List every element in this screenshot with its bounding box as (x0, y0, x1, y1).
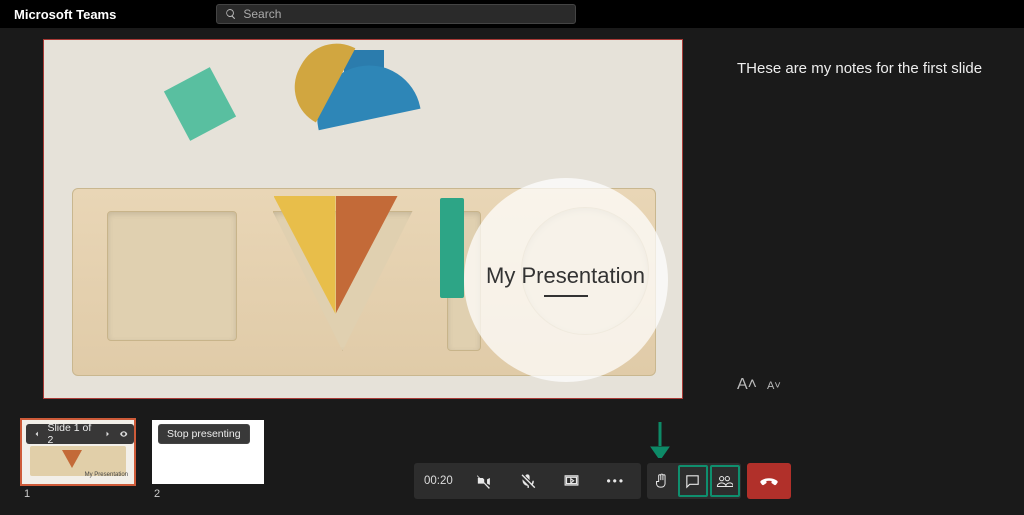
font-size-controls: A˄ A˅ (737, 376, 1006, 398)
call-toolbar: 00:20 ••• (414, 463, 791, 499)
chat-button[interactable] (678, 465, 708, 497)
notes-panel: THese are my notes for the first slide A… (725, 30, 1024, 408)
search-input[interactable]: Search (216, 4, 576, 24)
search-placeholder: Search (243, 7, 281, 21)
main-area: My Presentation THese are my notes for t… (0, 28, 1024, 408)
app-title: Microsoft Teams (14, 7, 116, 22)
stop-presenting-button[interactable]: Stop presenting (158, 424, 250, 444)
mic-off-button[interactable] (513, 463, 543, 499)
slide-title-circle: My Presentation (464, 178, 668, 382)
thumbnail-wrapper: My Presentation Slide 1 of 2 1 (22, 420, 134, 500)
bottom-strip: My Presentation Slide 1 of 2 1 Stop pres… (0, 408, 1024, 515)
eye-icon[interactable] (119, 429, 128, 439)
hang-up-icon (758, 470, 780, 492)
thumbnail-number-2: 2 (152, 488, 264, 500)
title-bar: Microsoft Teams Search (0, 0, 1024, 28)
slide-stage: My Presentation (0, 30, 725, 408)
slide-nav-label: Slide 1 of 2 (47, 422, 97, 446)
toolbar-group-main: 00:20 ••• (414, 463, 641, 499)
slide-thumbnail-2[interactable]: Stop presenting (152, 420, 264, 484)
camera-off-icon (475, 473, 492, 490)
hang-up-button[interactable] (747, 463, 791, 499)
chevron-right-icon[interactable] (103, 429, 112, 439)
more-icon: ••• (606, 474, 625, 488)
share-screen-button[interactable] (557, 463, 587, 499)
share-screen-icon (563, 473, 580, 490)
chat-icon (684, 473, 701, 490)
font-increase-button[interactable]: A˄ (737, 376, 757, 394)
people-icon (716, 473, 733, 490)
thumbnail-number-1: 1 (22, 488, 134, 500)
raise-hand-button[interactable] (647, 463, 677, 499)
annotation-arrow-icon (650, 422, 670, 463)
font-decrease-button[interactable]: A˅ (767, 380, 781, 392)
thumbnail-wrapper: Stop presenting 2 (152, 420, 264, 500)
slide-thumbnail-1[interactable]: My Presentation Slide 1 of 2 (22, 420, 134, 484)
slide-nav-overlay: Slide 1 of 2 (26, 424, 134, 444)
chevron-left-icon[interactable] (32, 429, 41, 439)
participants-button[interactable] (710, 465, 740, 497)
call-timer: 00:20 (424, 475, 453, 487)
toolbar-group-secondary (647, 463, 741, 499)
search-icon (225, 8, 237, 20)
speaker-notes: THese are my notes for the first slide (737, 60, 1006, 77)
raise-hand-icon (653, 473, 670, 490)
current-slide: My Presentation (43, 39, 683, 399)
slide-title: My Presentation (486, 263, 645, 289)
camera-off-button[interactable] (469, 463, 499, 499)
more-actions-button[interactable]: ••• (601, 463, 631, 499)
mic-off-icon (519, 473, 536, 490)
